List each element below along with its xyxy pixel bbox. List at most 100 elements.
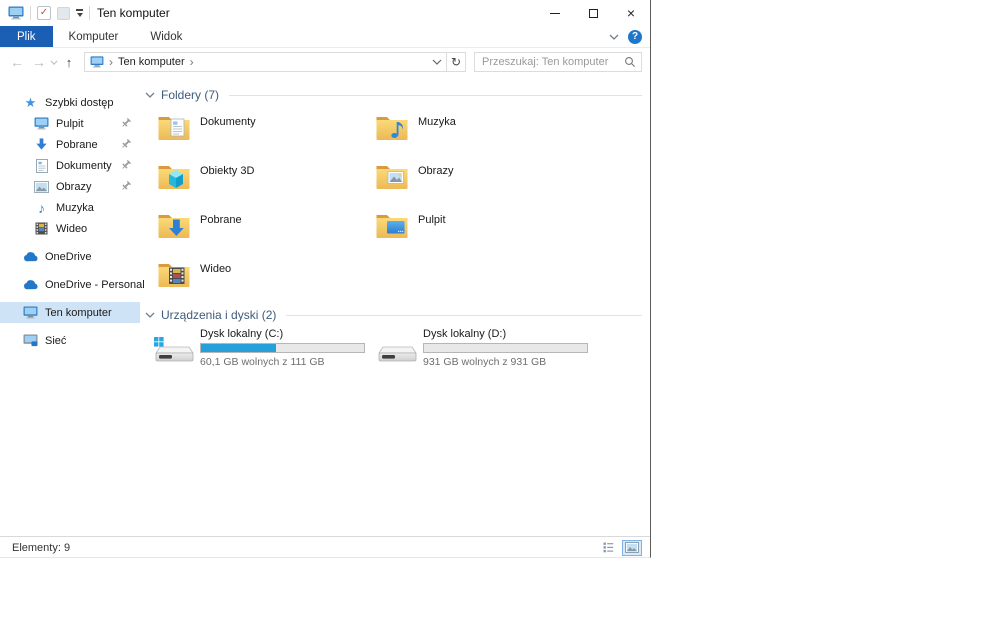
drive-tile-c[interactable]: Dysk lokalny (C:) 60,1 GB wolnych z 111 … [153,328,376,368]
sidebar-item-quick-access[interactable]: ★ Szybki dostęp [0,92,140,113]
collapse-ribbon-chevron-icon[interactable] [609,34,619,40]
folder-tile-muzyka[interactable]: Muzyka [375,111,593,148]
folder-tile-obiekty-3d[interactable]: Obiekty 3D [157,160,375,197]
sidebar-item-dokumenty[interactable]: Dokumenty [0,155,140,176]
quick-access-star-icon: ★ [24,95,37,110]
computer-monitor-icon [23,306,38,319]
drive-tile-d[interactable]: Dysk lokalny (D:) 931 GB wolnych z 931 G… [376,328,599,368]
address-dropdown-chevron-icon[interactable] [432,59,442,65]
downloads-arrow-icon [36,138,47,150]
close-button[interactable]: × [612,0,650,26]
tab-komputer[interactable]: Komputer [53,26,135,47]
breadcrumb-computer-icon [90,56,104,68]
onedrive-cloud-icon [23,280,39,290]
search-input[interactable] [482,56,624,68]
drive-free-space: 60,1 GB wolnych z 111 GB [200,356,325,368]
document-icon [35,158,48,173]
music-note-icon: ♪ [38,199,45,216]
status-bar: Elementy: 9 [0,536,650,557]
divider [30,6,31,20]
search-icon[interactable] [624,56,636,68]
pin-icon [121,160,131,170]
desktop-monitor-icon [34,117,49,130]
group-header-folders[interactable]: Foldery (7) [145,88,642,102]
folder-videos-icon [158,264,190,287]
network-icon [23,334,38,347]
onedrive-cloud-icon [23,252,39,262]
window-title: Ten komputer [97,6,170,20]
recent-locations-chevron-icon[interactable] [50,60,58,65]
tab-widok[interactable]: Widok [134,26,198,47]
capacity-fill [201,344,276,352]
capacity-bar [423,343,588,353]
app-computer-icon[interactable] [8,6,24,20]
folder-tile-wideo[interactable]: Wideo [157,258,375,295]
large-icons-view-icon [625,542,639,553]
drive-name: Dysk lokalny (C:) [200,328,284,340]
minimize-button[interactable] [536,0,574,26]
maximize-icon [588,8,598,18]
folder-tile-pulpit[interactable]: Pulpit [375,209,593,246]
sidebar-item-wideo[interactable]: Wideo [0,218,140,239]
close-icon: × [626,5,636,21]
group-header-drives[interactable]: Urządzenia i dyski (2) [145,308,642,322]
qat-new-folder-icon[interactable] [57,6,70,20]
folder-tile-pobrane[interactable]: Pobrane [157,209,375,246]
folder-tile-dokumenty[interactable]: Dokumenty [157,111,375,148]
group-divider [229,94,642,96]
folder-tile-obrazy[interactable]: Obrazy [375,160,593,197]
file-list-pane: Foldery (7) Dokumenty Muzyka Obiekty 3D … [140,76,650,536]
minimize-icon [550,12,560,14]
help-icon[interactable]: ? [628,29,642,44]
video-filmstrip-icon [35,222,48,235]
explorer-window: ✓ Ten komputer × Plik Komputer Widok ? ←… [0,0,651,558]
folder-documents-icon [158,117,190,140]
sidebar-item-pobrane[interactable]: Pobrane [0,134,140,155]
capacity-bar [200,343,365,353]
up-button[interactable]: ↑ [58,55,80,70]
drives-row: Dysk lokalny (C:) 60,1 GB wolnych z 111 … [153,328,642,368]
back-button[interactable]: ← [6,54,28,70]
sidebar-item-obrazy[interactable]: Obrazy [0,176,140,197]
breadcrumb[interactable]: Ten komputer [118,56,185,68]
drive-name: Dysk lokalny (D:) [423,328,507,340]
maximize-button[interactable] [574,0,612,26]
qat-properties-icon[interactable]: ✓ [37,6,51,20]
folder-pictures-icon [376,166,408,189]
pin-icon [121,118,131,128]
ribbon-tab-bar: Plik Komputer Widok ? [0,26,650,48]
folder-music-icon [376,117,408,140]
address-bar[interactable]: › Ten komputer › [84,52,447,72]
pictures-icon [34,180,49,193]
details-view-button[interactable] [603,542,617,553]
group-divider [286,314,642,316]
quick-access-toolbar: ✓ [0,6,90,20]
sidebar-item-siec[interactable]: Sieć [0,330,140,351]
breadcrumb-separator[interactable]: › [109,55,113,69]
pin-icon [121,139,131,149]
folder-3d-objects-icon [158,166,190,189]
sidebar-item-ten-komputer[interactable]: Ten komputer [0,302,140,323]
divider [89,6,90,20]
tab-plik[interactable]: Plik [0,26,53,47]
hard-drive-windows-icon [154,337,194,362]
refresh-button[interactable]: ↻ [447,52,466,72]
title-bar: ✓ Ten komputer × [0,0,650,26]
navigation-bar: ← → ↑ › Ten komputer › ↻ [0,48,650,76]
chevron-down-icon [145,92,155,98]
breadcrumb-separator[interactable]: › [190,55,194,69]
large-icons-view-button[interactable] [622,539,642,556]
folders-grid: Dokumenty Muzyka Obiekty 3D Obrazy Pobra… [157,111,642,295]
chevron-down-icon [145,312,155,318]
qat-customize-dropdown-icon[interactable] [76,9,83,17]
sidebar-item-muzyka[interactable]: ♪ Muzyka [0,197,140,218]
forward-button[interactable]: → [28,54,50,70]
sidebar-item-pulpit[interactable]: Pulpit [0,113,140,134]
items-count: Elementy: 9 [12,541,71,554]
drive-free-space: 931 GB wolnych z 931 GB [423,356,547,368]
search-box [474,52,642,72]
pin-icon [121,181,131,191]
sidebar-item-onedrive-personal[interactable]: OneDrive - Personal [0,274,145,295]
sidebar-item-onedrive[interactable]: OneDrive [0,246,140,267]
folder-downloads-icon [158,215,190,238]
